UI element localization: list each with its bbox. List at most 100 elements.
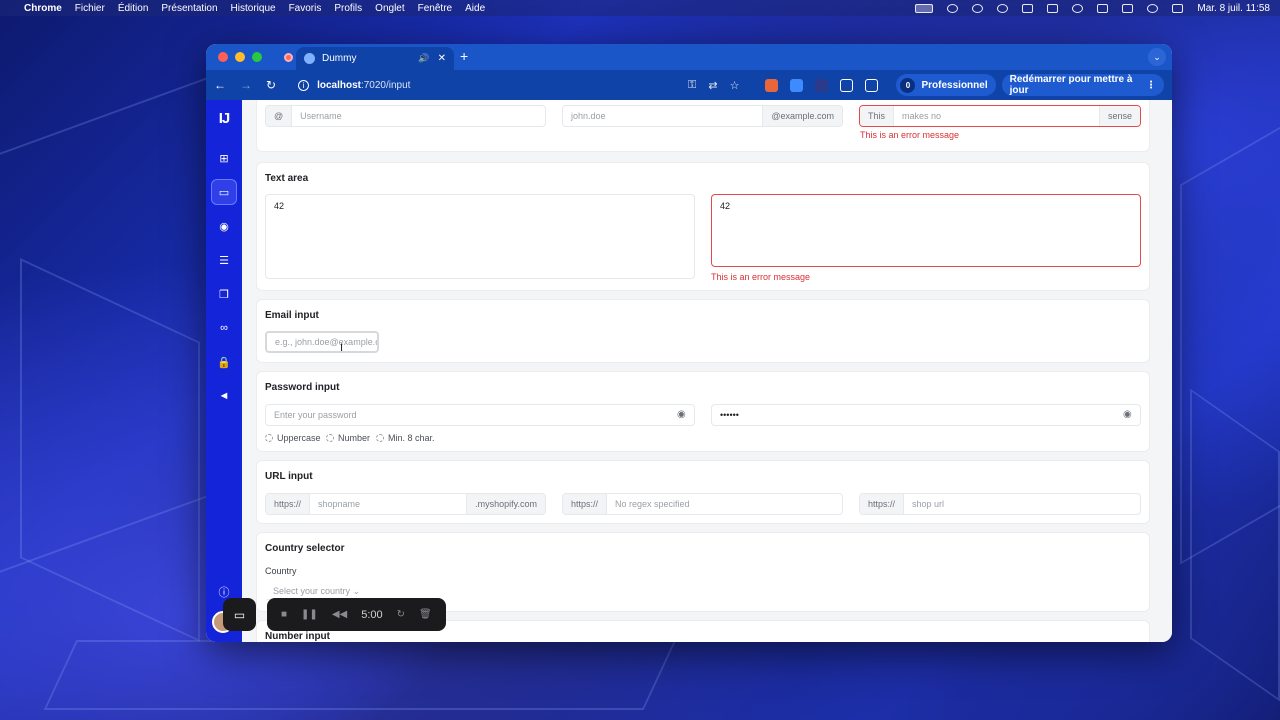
bookmark-star-icon[interactable]: ☆ bbox=[730, 79, 740, 92]
link-icon[interactable]: ∞ bbox=[211, 315, 237, 341]
rule-uppercase-label: Uppercase bbox=[277, 433, 321, 443]
password-input-filled[interactable]: •••••• bbox=[711, 404, 1141, 426]
email-input[interactable]: e.g., john.doe@example.c bbox=[265, 331, 379, 353]
textarea-error-message: This is an error message bbox=[711, 272, 811, 282]
reload-icon[interactable]: ↻ bbox=[266, 78, 276, 92]
textarea-card: Text area 42 42 This is an error message bbox=[256, 162, 1150, 291]
back-icon[interactable]: ← bbox=[214, 78, 226, 92]
url-prefix-addon: https:// bbox=[860, 494, 905, 514]
menu-favoris[interactable]: Favoris bbox=[289, 3, 322, 14]
sense-placeholder: makes no bbox=[902, 111, 942, 121]
menu-fichier[interactable]: Fichier bbox=[75, 3, 105, 14]
eye-icon[interactable]: ◉ bbox=[677, 409, 686, 420]
menu-edition[interactable]: Édition bbox=[118, 3, 149, 14]
url-prefix-addon: https:// bbox=[266, 494, 311, 514]
lock-icon[interactable]: 🔒 bbox=[211, 349, 237, 375]
bluetooth-icon[interactable] bbox=[1022, 3, 1034, 13]
forward-icon[interactable]: → bbox=[240, 78, 252, 92]
profile-badge: 0 bbox=[900, 77, 916, 93]
menu-fenetre[interactable]: Fenêtre bbox=[418, 3, 452, 14]
pen-icon[interactable] bbox=[840, 78, 854, 92]
menu-onglet[interactable]: Onglet bbox=[375, 3, 404, 14]
camera-icon[interactable]: ▭ bbox=[223, 598, 256, 631]
menu-presentation[interactable]: Présentation bbox=[161, 3, 217, 14]
address-bar[interactable]: i localhost :7020/input ⚿ ⇄ ☆ bbox=[290, 74, 747, 96]
extension-1-icon[interactable] bbox=[765, 78, 779, 92]
tab-search-button[interactable]: ⌄ bbox=[1148, 48, 1166, 66]
extension-3-icon[interactable] bbox=[815, 78, 829, 92]
page-content: IJ ⊞ ▭ ◉ ☰ ❐ ∞ 🔒 ◄ ⓘ @ Username john.doe… bbox=[206, 100, 1172, 642]
tab-dummy[interactable]: Dummy 🔊 ✕ bbox=[296, 47, 454, 70]
zoom-window-button[interactable] bbox=[252, 52, 262, 62]
site-info-icon[interactable]: i bbox=[298, 79, 310, 91]
menu-profils[interactable]: Profils bbox=[334, 3, 362, 14]
restart-update-button[interactable]: Redémarrer pour mettre à jour ⋮ bbox=[1001, 74, 1164, 96]
extensions-area bbox=[765, 78, 879, 92]
rewind-icon[interactable]: ◀◀ bbox=[332, 609, 347, 620]
username-field[interactable]: @ Username bbox=[265, 105, 546, 127]
spotlight-icon[interactable] bbox=[1147, 3, 1159, 13]
layers-icon[interactable]: ❐ bbox=[211, 281, 237, 307]
audio-icon[interactable]: 🔊 bbox=[418, 53, 429, 64]
textarea-error[interactable]: 42 bbox=[711, 194, 1141, 267]
text-cursor-icon: I bbox=[340, 342, 344, 354]
rule-uppercase: Uppercase bbox=[265, 433, 321, 443]
stop-icon[interactable]: ■ bbox=[281, 609, 287, 620]
kebab-menu-icon[interactable]: ⋮ bbox=[1146, 80, 1156, 91]
menu-historique[interactable]: Historique bbox=[231, 3, 276, 14]
password-placeholder: Enter your password bbox=[274, 410, 357, 420]
close-window-button[interactable] bbox=[218, 52, 228, 62]
country-label: Country bbox=[265, 566, 297, 576]
control-center-icon[interactable] bbox=[1172, 3, 1184, 13]
megaphone-icon[interactable]: ◄ bbox=[211, 383, 237, 409]
list-icon[interactable]: ☰ bbox=[211, 247, 237, 273]
no-regex-placeholder: No regex specified bbox=[615, 499, 690, 509]
trash-icon[interactable]: 🗑 bbox=[419, 609, 432, 620]
extension-2-icon[interactable] bbox=[790, 78, 804, 92]
shopify-url-field[interactable]: https:// shopname .myshopify.com bbox=[265, 493, 546, 515]
new-tab-button[interactable]: + bbox=[460, 48, 468, 64]
profile-label: Professionnel bbox=[921, 79, 988, 91]
menu-app-name[interactable]: Chrome bbox=[24, 3, 62, 14]
email-suffix-addon: @example.com bbox=[762, 106, 842, 126]
pause-icon[interactable]: ❚❚ bbox=[301, 609, 318, 620]
wifi-icon[interactable] bbox=[1122, 3, 1134, 13]
puzzle-icon[interactable] bbox=[865, 78, 879, 92]
chat-plus-icon[interactable]: ⊞ bbox=[211, 145, 237, 171]
textarea-normal[interactable]: 42 bbox=[265, 194, 695, 279]
shop-url-placeholder: shop url bbox=[912, 499, 945, 509]
sense-field[interactable]: This makes no sense bbox=[859, 105, 1141, 127]
globe-icon bbox=[304, 53, 315, 64]
browser-toolbar: ← → ↻ i localhost :7020/input ⚿ ⇄ ☆ 0 Pr… bbox=[206, 70, 1172, 100]
browser-window: Dummy 🔊 ✕ + ⌄ ← → ↻ i localhost :7020/in… bbox=[206, 44, 1172, 642]
grammarly-icon[interactable] bbox=[997, 3, 1009, 13]
play-icon[interactable] bbox=[1072, 3, 1084, 13]
translate-icon[interactable]: ⇄ bbox=[708, 79, 717, 92]
eye-icon[interactable]: ◉ bbox=[1123, 409, 1132, 420]
menubar-clock[interactable]: Mar. 8 juil. 11:58 bbox=[1197, 3, 1270, 14]
close-tab-icon[interactable]: ✕ bbox=[438, 53, 446, 64]
key-icon[interactable]: ⚿ bbox=[688, 79, 696, 92]
toggle-icon[interactable]: ◉ bbox=[211, 213, 237, 239]
restart-icon[interactable]: ↻ bbox=[397, 609, 405, 620]
menu-aide[interactable]: Aide bbox=[465, 3, 485, 14]
app-status-icon[interactable] bbox=[972, 3, 984, 13]
recording-timer: 5:00 bbox=[361, 608, 383, 621]
password-input[interactable]: Enter your password bbox=[265, 404, 695, 426]
no-regex-url-field[interactable]: https:// No regex specified bbox=[562, 493, 843, 515]
battery-icon[interactable] bbox=[1097, 3, 1109, 13]
email-prefix-field[interactable]: john.doe @example.com bbox=[562, 105, 843, 127]
screen-mirroring-icon[interactable] bbox=[915, 3, 934, 13]
input-icon[interactable]: ▭ bbox=[211, 179, 237, 205]
minimize-window-button[interactable] bbox=[235, 52, 245, 62]
textarea-title: Text area bbox=[265, 173, 309, 184]
macos-menubar: Chrome Fichier Édition Présentation Hist… bbox=[0, 0, 1280, 16]
sense-error-message: This is an error message bbox=[860, 130, 960, 140]
email-prefix-placeholder: john.doe bbox=[571, 111, 606, 121]
app-logo[interactable]: IJ bbox=[219, 110, 230, 127]
airdrop-icon[interactable] bbox=[947, 3, 959, 13]
volume-icon[interactable] bbox=[1047, 3, 1059, 13]
sense-suffix-addon: sense bbox=[1098, 106, 1140, 126]
shop-url-field[interactable]: https:// shop url bbox=[859, 493, 1141, 515]
profile-button[interactable]: 0 Professionnel bbox=[896, 74, 996, 96]
